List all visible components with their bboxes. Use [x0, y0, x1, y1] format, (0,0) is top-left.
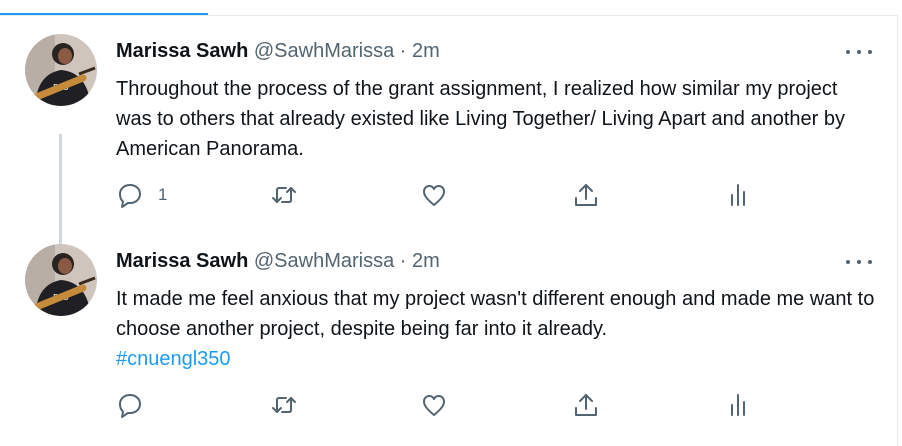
retweet-button[interactable]: [270, 180, 298, 210]
reply-icon: [119, 184, 141, 208]
tweet[interactable]: PPO Marissa Sawh @SawhMarissa · 2m It ma…: [0, 232, 898, 446]
avatar[interactable]: PPO: [25, 244, 97, 316]
author-handle[interactable]: @SawhMarissa: [254, 40, 394, 62]
share-button[interactable]: [572, 180, 600, 210]
author-name[interactable]: Marissa Sawh: [116, 40, 248, 62]
tweet-actions: [116, 390, 756, 420]
more-options-icon[interactable]: [846, 252, 872, 272]
analytics-button[interactable]: [724, 180, 752, 210]
separator: ·: [399, 250, 407, 272]
share-icon: [575, 394, 597, 416]
like-button[interactable]: [420, 180, 448, 210]
retweet-icon: [272, 187, 296, 203]
tweet-header: Marissa Sawh @SawhMarissa · 2m: [116, 249, 440, 273]
reply-count: 1: [158, 185, 168, 204]
like-button[interactable]: [420, 390, 448, 420]
retweet-button[interactable]: [270, 390, 298, 420]
avatar-image: PPO: [25, 244, 97, 316]
reply-button[interactable]: [116, 390, 158, 420]
avatar[interactable]: PPO: [25, 34, 97, 106]
tweet-text: It made me feel anxious that my project …: [116, 284, 876, 374]
retweet-icon: [272, 397, 296, 413]
share-icon: [575, 184, 597, 206]
tweet-actions: 1: [116, 180, 756, 210]
author-handle[interactable]: @SawhMarissa: [254, 250, 394, 272]
timestamp[interactable]: 2m: [412, 250, 440, 272]
hashtag-link[interactable]: #cnuengl350: [116, 348, 231, 370]
avatar-image: PPO: [25, 34, 97, 106]
author-name[interactable]: Marissa Sawh: [116, 250, 248, 272]
analytics-icon: [731, 184, 745, 206]
separator: ·: [399, 40, 407, 62]
tweet-text-content: Throughout the process of the grant assi…: [116, 78, 845, 160]
tweet-text: Throughout the process of the grant assi…: [116, 74, 876, 164]
tweet-header: Marissa Sawh @SawhMarissa · 2m: [116, 39, 440, 63]
tweet[interactable]: PPO Marissa Sawh @SawhMarissa · 2m Throu…: [0, 20, 898, 258]
reply-icon: [119, 394, 141, 418]
like-icon: [423, 395, 445, 416]
reply-button[interactable]: 1: [116, 180, 167, 210]
more-options-icon[interactable]: [846, 42, 872, 62]
timestamp[interactable]: 2m: [412, 40, 440, 62]
like-icon: [423, 185, 445, 206]
analytics-button[interactable]: [724, 390, 752, 420]
analytics-icon: [731, 394, 745, 416]
tweet-text-content: It made me feel anxious that my project …: [116, 288, 875, 340]
share-button[interactable]: [572, 390, 600, 420]
